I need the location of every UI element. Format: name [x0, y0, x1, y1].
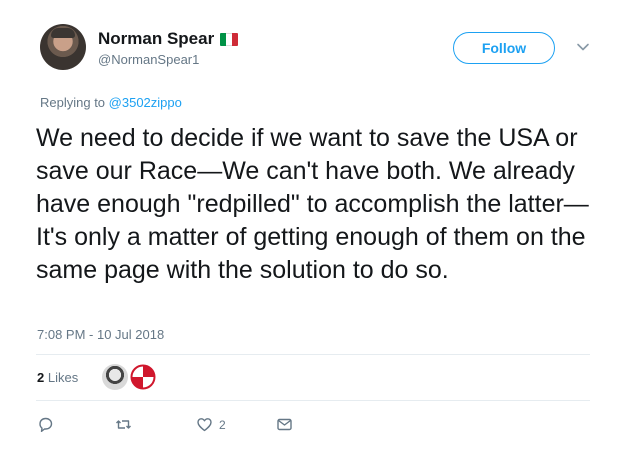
likes-label: Likes	[47, 370, 79, 385]
liker-avatar[interactable]	[102, 364, 128, 390]
likes-number: 2	[37, 370, 45, 385]
divider	[36, 400, 590, 401]
direct-message-button[interactable]	[276, 416, 293, 433]
liker-avatar[interactable]	[130, 364, 156, 390]
liker-avatar-cross-icon	[130, 364, 156, 390]
tweet-timestamp[interactable]: 7:08 PM - 10 Jul 2018	[37, 327, 164, 342]
like-count: 2	[219, 417, 226, 432]
reply-icon	[39, 417, 53, 432]
replying-to-link[interactable]: @3502zippo	[109, 95, 182, 110]
chevron-down-icon[interactable]	[576, 40, 590, 54]
likes-count[interactable]: 2 Likes	[37, 370, 78, 385]
follow-button[interactable]: Follow	[453, 32, 555, 64]
user-name[interactable]: Norman Spear	[98, 29, 214, 49]
user-name-row: Norman Spear	[98, 29, 239, 49]
like-button[interactable]: 2	[196, 416, 226, 433]
heart-icon	[197, 418, 212, 432]
replying-to-prefix: Replying to	[40, 95, 109, 110]
reply-button[interactable]	[37, 416, 54, 433]
envelope-icon	[277, 418, 292, 431]
tweet-text: We need to decide if we want to save the…	[36, 124, 589, 284]
italy-flag-icon	[220, 32, 239, 46]
user-handle[interactable]: @NormanSpear1	[98, 52, 199, 67]
divider	[36, 354, 590, 355]
retweet-button[interactable]	[115, 416, 132, 433]
avatar[interactable]	[40, 24, 86, 70]
retweet-icon	[116, 420, 131, 429]
replying-to: Replying to @3502zippo	[40, 95, 182, 110]
